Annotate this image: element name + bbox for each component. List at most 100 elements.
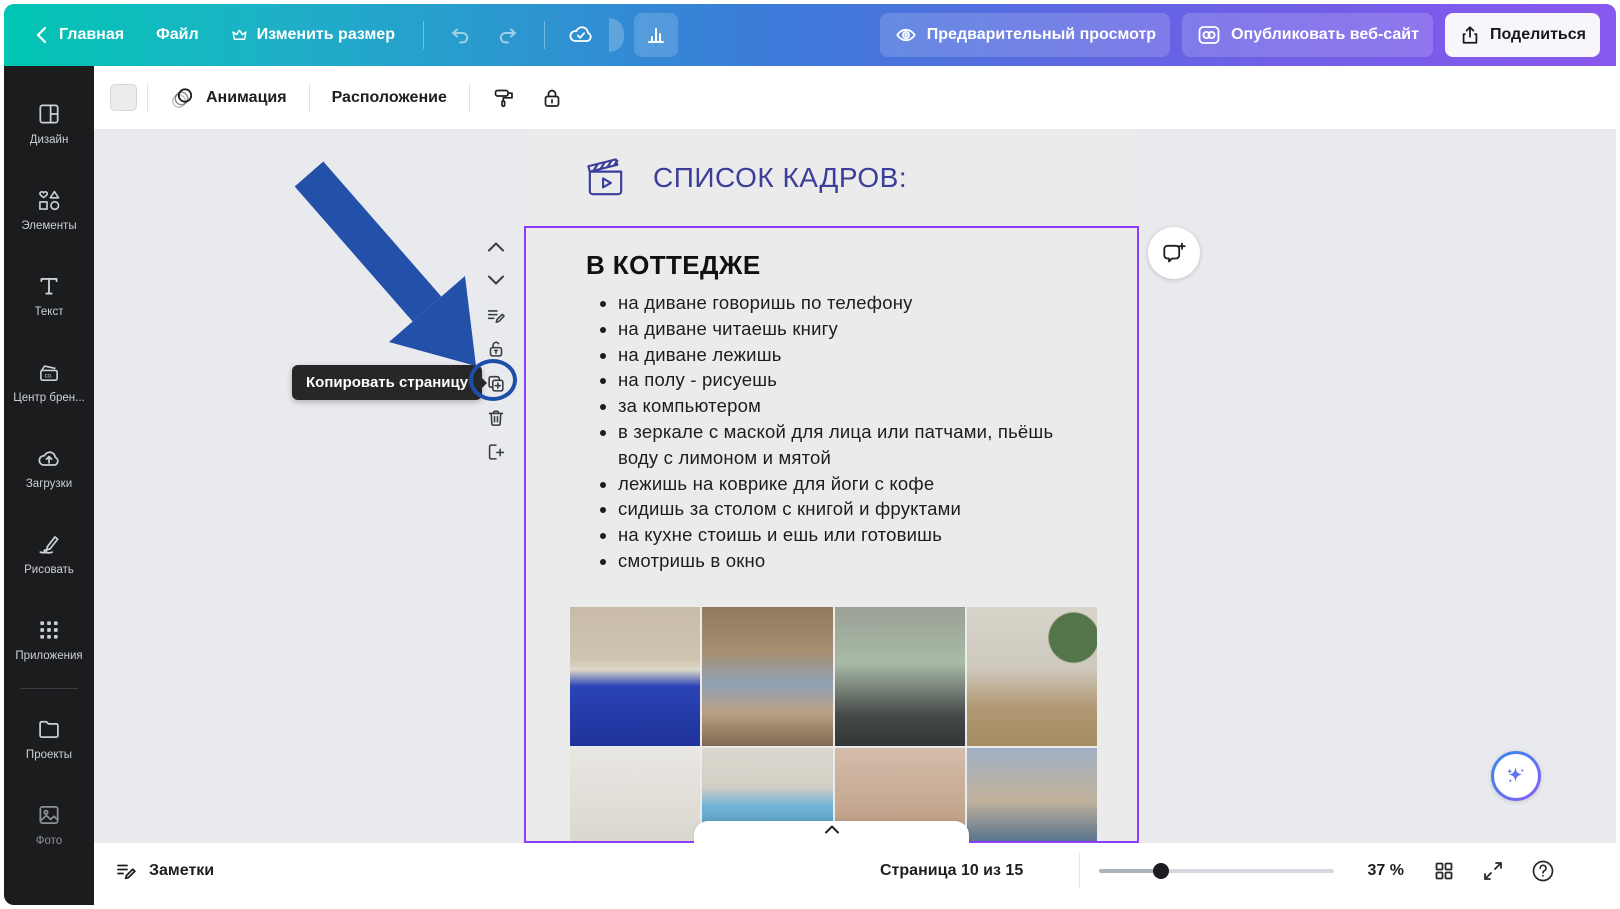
list-item: на кухне стоишь и ешь или готовишь bbox=[618, 522, 1058, 548]
notes-button[interactable]: Заметки bbox=[114, 853, 214, 889]
element-toolbar: Анимация Расположение bbox=[94, 66, 1616, 129]
sidebar-item-apps[interactable]: Приложения bbox=[8, 596, 90, 682]
unlock-icon bbox=[485, 338, 507, 360]
publish-web-icon bbox=[1196, 22, 1222, 48]
photo-tile[interactable] bbox=[570, 607, 701, 746]
projects-folder-icon bbox=[36, 716, 62, 742]
move-page-up-button[interactable] bbox=[482, 233, 510, 261]
photo-tile[interactable] bbox=[702, 607, 833, 746]
zoom-level: 37 % bbox=[1367, 862, 1404, 879]
notes-pencil-icon bbox=[114, 859, 138, 883]
animation-button[interactable]: Анимация bbox=[158, 78, 299, 118]
zoom-slider[interactable] bbox=[1099, 863, 1334, 879]
file-label: Файл bbox=[156, 26, 199, 43]
notes-label: Заметки bbox=[149, 862, 215, 879]
divider bbox=[468, 83, 470, 112]
sidebar-item-uploads[interactable]: Загрузки bbox=[8, 424, 90, 510]
undo-button[interactable] bbox=[438, 13, 482, 57]
delete-page-button[interactable] bbox=[482, 404, 510, 432]
document-page[interactable]: СПИСОК КАДРОВ: В КОТТЕДЖЕ на диване гово… bbox=[524, 129, 1139, 843]
divider bbox=[308, 83, 310, 112]
sidebar-item-draw[interactable]: Рисовать bbox=[8, 510, 90, 596]
bottom-bar: Заметки Страница 10 из 15 37 % bbox=[94, 843, 1616, 905]
sidebar-item-elements[interactable]: Элементы bbox=[8, 166, 90, 252]
lock-icon bbox=[540, 86, 564, 110]
trash-icon bbox=[485, 407, 507, 429]
chevron-up-icon bbox=[824, 825, 840, 834]
file-menu-button[interactable]: Файл bbox=[142, 13, 213, 57]
top-bar: Главная Файл Изменить размер Предварител… bbox=[4, 4, 1616, 66]
sidebar-item-text[interactable]: Текст bbox=[8, 252, 90, 338]
canva-assistant-button[interactable] bbox=[1491, 751, 1541, 801]
draw-pen-icon bbox=[36, 531, 62, 557]
back-home-button[interactable]: Главная bbox=[20, 13, 138, 57]
list-item: на диване говоришь по телефону bbox=[618, 290, 1058, 316]
pages-panel-handle[interactable] bbox=[694, 821, 969, 843]
canva-editor-window: Главная Файл Изменить размер Предварител… bbox=[4, 4, 1616, 905]
text-icon bbox=[36, 273, 62, 299]
grid-view-button[interactable] bbox=[1426, 853, 1462, 889]
fullscreen-button[interactable] bbox=[1475, 853, 1511, 889]
page-notes-button[interactable] bbox=[482, 302, 510, 330]
chevron-up-icon bbox=[486, 241, 506, 253]
left-sidebar: Дизайн Элементы Текст co. Центр брен... … bbox=[4, 66, 94, 905]
move-page-down-button[interactable] bbox=[482, 266, 510, 294]
insights-chart-button[interactable] bbox=[633, 13, 678, 57]
divider bbox=[147, 83, 148, 112]
animation-label: Анимация bbox=[206, 88, 287, 106]
share-upload-icon bbox=[1459, 24, 1481, 46]
photo-tile[interactable] bbox=[966, 607, 1097, 746]
share-label: Поделиться bbox=[1489, 26, 1586, 43]
paint-roller-icon bbox=[492, 86, 516, 110]
comment-plus-icon bbox=[1161, 240, 1187, 266]
list-item: сидишь за столом с книгой и фруктами bbox=[618, 496, 1058, 522]
divider bbox=[1079, 853, 1080, 889]
publish-website-button[interactable]: Опубликовать веб-сайт bbox=[1182, 13, 1433, 57]
elements-icon bbox=[36, 187, 62, 213]
preview-button[interactable]: Предварительный просмотр bbox=[879, 13, 1171, 57]
shot-list: на диване говоришь по телефону на диване… bbox=[526, 290, 1058, 574]
home-label: Главная bbox=[59, 26, 125, 43]
sidebar-item-design[interactable]: Дизайн bbox=[8, 80, 90, 166]
list-item: на диване лежишь bbox=[618, 342, 1058, 368]
section-title: В КОТТЕДЖЕ bbox=[586, 250, 761, 280]
uploads-cloud-icon bbox=[36, 445, 62, 471]
redo-button[interactable] bbox=[486, 13, 530, 57]
crown-icon bbox=[231, 27, 248, 43]
sidebar-item-photos[interactable]: Фото bbox=[8, 781, 90, 867]
cloud-check-icon bbox=[567, 21, 595, 49]
help-button[interactable] bbox=[1525, 853, 1561, 889]
canvas-workspace: СПИСОК КАДРОВ: В КОТТЕДЖЕ на диване гово… bbox=[94, 129, 1616, 843]
resize-label: Изменить размер bbox=[256, 26, 395, 43]
animation-icon bbox=[170, 85, 196, 111]
save-status-button[interactable] bbox=[559, 13, 603, 57]
sidebar-item-brand-center[interactable]: co. Центр брен... bbox=[8, 338, 90, 424]
page-title: СПИСОК КАДРОВ: bbox=[653, 161, 908, 193]
zoom-slider-fill bbox=[1099, 869, 1161, 873]
list-item: на полу - рисуешь bbox=[618, 367, 1058, 393]
copy-style-button[interactable] bbox=[480, 78, 528, 118]
background-color-swatch[interactable] bbox=[110, 84, 137, 111]
photo-tile[interactable] bbox=[570, 748, 701, 841]
divider bbox=[422, 21, 424, 49]
lock-button[interactable] bbox=[528, 78, 576, 118]
share-button[interactable]: Поделиться bbox=[1444, 13, 1600, 57]
sparkles-icon bbox=[1501, 761, 1531, 791]
position-button[interactable]: Расположение bbox=[320, 78, 459, 118]
add-page-icon bbox=[485, 441, 507, 463]
svg-text:co.: co. bbox=[45, 373, 53, 379]
add-comment-button[interactable] bbox=[1148, 227, 1200, 279]
add-page-button[interactable] bbox=[482, 438, 510, 466]
photo-tile[interactable] bbox=[834, 607, 965, 746]
apps-grid-icon bbox=[36, 617, 62, 643]
photo-tile[interactable] bbox=[966, 748, 1097, 841]
expand-icon bbox=[1481, 859, 1505, 883]
bar-chart-icon bbox=[644, 23, 668, 47]
design-icon bbox=[36, 101, 62, 127]
page-header[interactable]: СПИСОК КАДРОВ: bbox=[524, 129, 1139, 226]
sidebar-item-projects[interactable]: Проекты bbox=[8, 695, 90, 781]
resize-button[interactable]: Изменить размер bbox=[217, 13, 409, 57]
zoom-slider-thumb[interactable] bbox=[1153, 863, 1169, 879]
selected-text-block[interactable]: В КОТТЕДЖЕ на диване говоришь по телефон… bbox=[524, 226, 1139, 843]
half-circle-decoration bbox=[608, 18, 624, 52]
